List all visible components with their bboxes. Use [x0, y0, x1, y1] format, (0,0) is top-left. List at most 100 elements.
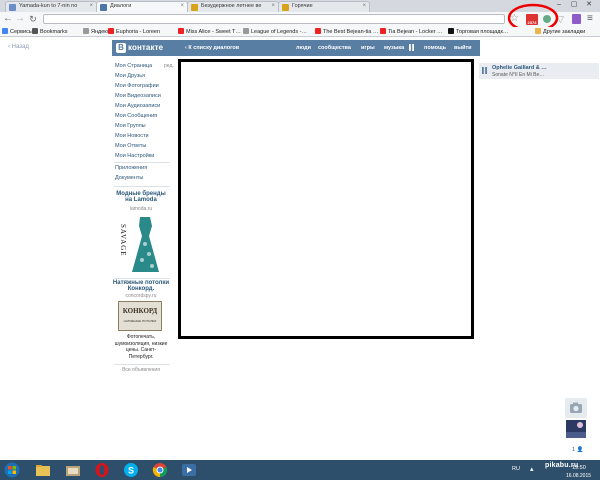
page-icon: [448, 28, 454, 34]
edit-menu-link[interactable]: ред.: [164, 63, 174, 69]
person-icon: 👤: [576, 447, 584, 453]
tab-label: Безудержное летнее ве: [201, 3, 262, 9]
address-bar[interactable]: [43, 14, 505, 24]
start-button[interactable]: [4, 462, 20, 478]
menu-item[interactable]: Документы: [115, 175, 143, 181]
bookmark-label: League of Legends -…: [251, 29, 307, 35]
explorer-folder-icon[interactable]: [35, 462, 51, 478]
menu-item[interactable]: Мои Новости: [115, 133, 149, 139]
page-icon: [83, 28, 89, 34]
close-tab-icon[interactable]: ×: [89, 3, 93, 9]
ad-concord-text: Фотопечать, шумоизоляция, низкие цены. С…: [114, 334, 168, 360]
browser-tab[interactable]: Безудержное летнее ве ×: [187, 1, 279, 12]
bookmark-item[interactable]: Торговая площадк…: [448, 28, 508, 35]
tray-time[interactable]: 19:50: [572, 465, 586, 471]
close-tab-icon[interactable]: ×: [362, 3, 366, 9]
menu-item[interactable]: Приложения: [115, 165, 147, 171]
menu-item[interactable]: Мои Настройки: [115, 153, 154, 159]
nav-people[interactable]: люди: [296, 45, 311, 51]
folder-icon: [535, 28, 541, 34]
menu-item[interactable]: Мои Аудиозаписи: [115, 103, 160, 109]
tab-favicon-icon: [9, 4, 16, 11]
nav-communities[interactable]: сообщества: [318, 45, 351, 51]
nav-games[interactable]: игры: [361, 45, 375, 51]
tray-arrow-icon[interactable]: ▴: [530, 465, 534, 473]
bookmark-item[interactable]: Tia Bejean - Locker …: [380, 28, 443, 35]
menu-hamburger-icon[interactable]: ≡: [587, 13, 593, 24]
bookmark-item[interactable]: Euphoria - Loreen: [108, 28, 160, 35]
pause-icon[interactable]: [409, 44, 414, 51]
player-track-subtitle: Sonate N°II En Mi Be…: [492, 72, 545, 78]
menu-item[interactable]: Моя Страница: [115, 63, 152, 69]
bookmark-item[interactable]: Другие закладки: [535, 28, 585, 35]
tab-label: Горячие: [292, 3, 313, 9]
vk-logo-text: контакте: [128, 43, 164, 52]
browser-tab[interactable]: Yamada-kun to 7-nin no ×: [5, 1, 97, 12]
chrome-icon[interactable]: [152, 462, 168, 478]
star-icon: [32, 28, 38, 34]
divider: [114, 162, 170, 163]
ad-lamoda-domain: lamoda.ru: [129, 206, 153, 212]
back-to-dialogs-link[interactable]: ‹ К списку диалогов: [185, 45, 239, 51]
chat-count-value: 1: [572, 447, 576, 453]
menu-item[interactable]: Мои Сообщения: [115, 113, 157, 119]
page-icon: [243, 28, 249, 34]
browser-tab[interactable]: Диалоги ×: [96, 1, 188, 12]
media-player-icon[interactable]: [181, 462, 197, 478]
all-ads-link[interactable]: Все объявления: [112, 367, 170, 373]
ad-concord-logo-sub: НАТЯЖНЫЕ ПОТОЛКИ: [123, 319, 157, 323]
back-label: Назад: [11, 44, 29, 50]
chat-avatar[interactable]: [566, 420, 586, 438]
back-arrow-icon[interactable]: ←: [3, 14, 13, 24]
nav-music[interactable]: музыка: [384, 45, 404, 51]
bookmark-label: Торговая площадк…: [456, 29, 509, 35]
camera-icon[interactable]: [565, 398, 587, 418]
ad-concord-image[interactable]: КОНКОРД НАТЯЖНЫЕ ПОТОЛКИ: [118, 301, 162, 331]
ad-lamoda-image[interactable]: SAVAGE: [115, 214, 165, 276]
divider: [114, 186, 170, 187]
skype-icon[interactable]: S: [123, 462, 139, 478]
nav-logout[interactable]: выйти: [454, 45, 472, 51]
bookmark-item[interactable]: The Best Bejean-tia …: [315, 28, 378, 35]
maximize-button[interactable]: ▢: [567, 0, 581, 9]
reload-icon[interactable]: ↻: [28, 14, 38, 24]
close-tab-icon[interactable]: ×: [180, 3, 184, 9]
menu-item[interactable]: Мои Ответы: [115, 143, 146, 149]
close-window-button[interactable]: ✕: [582, 0, 596, 9]
bookmark-label: Другие закладки: [543, 29, 586, 35]
divider: [114, 364, 170, 365]
bookmark-item[interactable]: Miss Alice - Sweet T…: [178, 28, 241, 35]
opera-icon[interactable]: [94, 462, 110, 478]
ad-concord-title[interactable]: Натяжные потолки Конкорд.: [112, 280, 170, 292]
back-to-dialogs-label: К списку диалогов: [188, 45, 240, 51]
menu-item[interactable]: Мои Группы: [115, 123, 146, 129]
menu-item[interactable]: Мои Видеозаписи: [115, 93, 161, 99]
close-tab-icon[interactable]: ×: [271, 3, 275, 9]
ad-concord-domain: concordspy.ru: [125, 293, 157, 299]
browser-tab[interactable]: Горячие ×: [278, 1, 370, 12]
dialog-area[interactable]: [178, 59, 474, 339]
vk-logo[interactable]: В контакте: [116, 43, 174, 53]
menu-item[interactable]: Мои Фотографии: [115, 83, 159, 89]
pause-icon[interactable]: [482, 67, 487, 74]
bookmark-item[interactable]: League of Legends -…: [243, 28, 307, 35]
tab-favicon-icon: [282, 4, 289, 11]
video-icon: [380, 28, 386, 34]
back-link[interactable]: ‹ Назад: [8, 44, 29, 50]
language-indicator[interactable]: RU: [512, 466, 520, 472]
chat-count: 1 👤: [572, 447, 583, 453]
bookmark-item[interactable]: Bookmarks: [32, 28, 68, 35]
bookmark-label: Сервисы: [10, 29, 33, 35]
bookmark-item[interactable]: Сервисы: [2, 28, 33, 35]
taskbar: [0, 460, 600, 480]
video-icon: [108, 28, 114, 34]
purple-extension-icon[interactable]: [572, 14, 581, 24]
ad-lamoda-title[interactable]: Модные бренды на Lamoda: [112, 191, 170, 203]
bookmark-item[interactable]: Яндекс: [83, 28, 110, 35]
menu-item[interactable]: Мои Друзья: [115, 73, 145, 79]
tray-date[interactable]: 16.08.2015: [566, 473, 591, 479]
library-icon[interactable]: [65, 462, 81, 478]
vk-b-icon: В: [116, 43, 126, 53]
forward-arrow-icon[interactable]: →: [15, 14, 25, 24]
nav-help[interactable]: помощь: [424, 45, 446, 51]
